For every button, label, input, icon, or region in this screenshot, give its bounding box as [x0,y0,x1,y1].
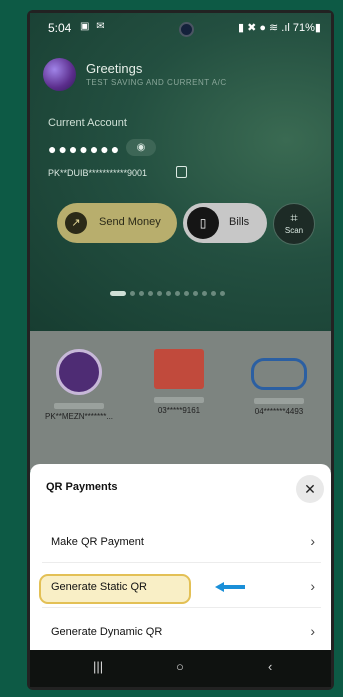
carousel-dot [166,291,171,297]
show-balance-eye-icon[interactable]: ◉ [126,139,156,156]
phone-frame: 5:04 ▣ ✉ ▮ ✖ ● ≋ .ıl 71%▮ Greetings TEST… [27,10,334,690]
scan-label: Scan [284,226,304,235]
recents-icon[interactable]: ||| [93,659,103,674]
notification-icons: ▣ ✉ [80,21,107,32]
back-icon[interactable]: ‹ [268,659,272,674]
make-qr-payment-option[interactable]: Make QR Payment › [42,522,321,563]
beneficiary-raast[interactable]: 03*****9161 [134,349,224,415]
option-label: Generate Dynamic QR [51,626,163,638]
arrow-up-right-icon: ↗ [65,212,87,234]
status-right-icons: ▮ ✖ ● ≋ .ıl 71%▮ [237,22,321,34]
carousel-dot [148,291,153,297]
send-money-label: Send Money [99,216,161,228]
home-icon[interactable]: ○ [176,659,184,674]
beneficiary-ubl[interactable]: 04*******4493 [234,349,324,416]
close-icon[interactable]: ✕ [296,475,324,503]
beneficiary-number: 04*******4493 [254,407,304,416]
beneficiaries-strip: PK**MEZN*******... 03*****9161 04*******… [30,331,331,471]
document-icon: ▯ [187,207,219,239]
carousel-dot [157,291,162,297]
front-camera [179,22,194,37]
account-type-label: Current Account [48,117,127,129]
option-label: Generate Static QR [51,581,147,593]
pointer-arrow-icon [215,582,245,592]
carousel-dot [211,291,216,297]
chevron-right-icon: › [310,578,315,594]
account-holder-name: TEST SAVING AND CURRENT A/C [86,78,227,87]
qr-scan-icon: ⌗ [290,210,298,225]
copy-icon[interactable] [176,166,187,178]
chevron-right-icon: › [310,623,315,639]
greeting-text: Greetings [86,61,143,76]
generate-static-qr-option[interactable]: Generate Static QR › [39,567,321,608]
status-time: 5:04 [48,21,72,35]
carousel-dot [202,291,207,297]
beneficiary-name-blurred [54,403,104,409]
status-bar: 5:04 ▣ ✉ ▮ ✖ ● ≋ .ıl 71%▮ [30,21,331,39]
qr-payments-sheet: QR Payments ✕ Make QR Payment › Generate… [30,464,331,650]
send-money-button[interactable]: ↗ Send Money [57,203,177,243]
chevron-right-icon: › [310,533,315,549]
carousel-dot [110,291,126,297]
meezan-bank-logo [56,349,102,395]
scan-button[interactable]: ⌗ Scan [273,203,315,245]
ubl-logo [251,358,307,390]
bills-label: Bills [229,216,250,228]
account-number: PK**DUIB***********9001 [48,168,148,178]
carousel-dot [175,291,180,297]
android-nav-bar: ||| ○ ‹ [30,650,331,687]
carousel-dot [220,291,225,297]
beneficiary-number: PK**MEZN*******... [44,412,114,421]
raast-logo [154,349,204,389]
carousel-dot [184,291,189,297]
beneficiary-name-blurred [154,397,204,403]
phone-screen: 5:04 ▣ ✉ ▮ ✖ ● ≋ .ıl 71%▮ Greetings TEST… [30,13,331,687]
beneficiary-number: 03*****9161 [157,406,201,415]
carousel-dot [130,291,135,297]
option-label: Make QR Payment [51,536,144,548]
masked-balance: ●●●●●●● [48,141,122,157]
carousel-indicator [110,285,229,297]
account-header: 5:04 ▣ ✉ ▮ ✖ ● ≋ .ıl 71%▮ Greetings TEST… [30,13,331,331]
beneficiary-name-blurred [254,398,304,404]
carousel-dot [139,291,144,297]
sheet-title: QR Payments [46,481,118,493]
avatar[interactable] [43,58,76,91]
generate-dynamic-qr-option[interactable]: Generate Dynamic QR › [42,612,321,652]
beneficiary-meezan[interactable]: PK**MEZN*******... [34,349,124,421]
carousel-dot [193,291,198,297]
bills-button[interactable]: ▯ Bills [183,203,267,243]
